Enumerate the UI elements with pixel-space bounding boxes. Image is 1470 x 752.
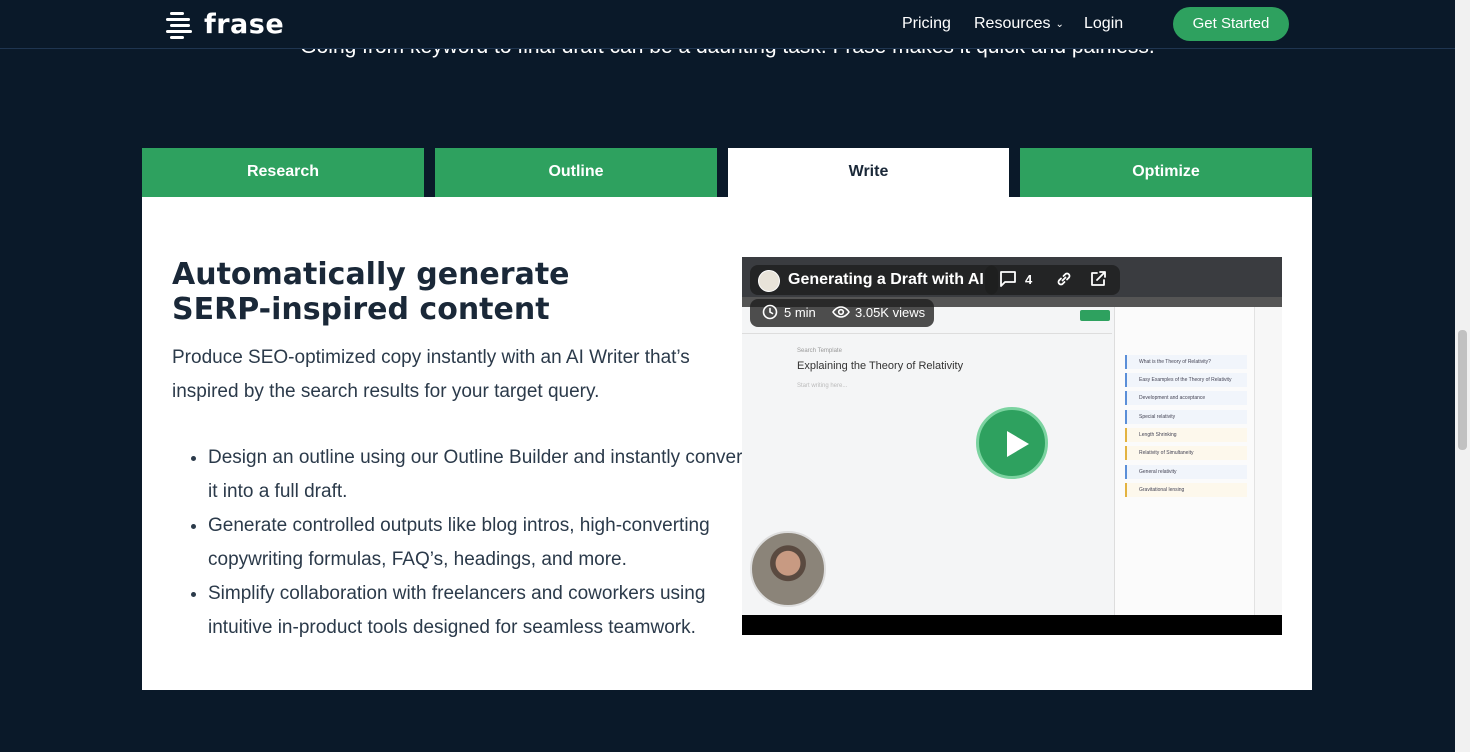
link-icon[interactable] [1055,265,1073,295]
brand-logo[interactable]: frase [166,9,284,40]
outline-item: Gravitational lensing [1125,483,1247,497]
nav-link-resources[interactable]: Resources ⌄ [974,15,1064,33]
eye-icon [832,299,850,327]
chevron-down-icon: ⌄ [1055,19,1064,30]
panel-heading: Automatically generate SERP-inspired con… [172,257,570,327]
outline-item: What is the Theory of Relativity? [1125,355,1247,369]
nav-link-login[interactable]: Login [1084,15,1123,33]
video-actions: 4 [985,265,1120,295]
doc-label: Search Template [797,348,842,354]
frase-logo-icon [166,10,198,40]
get-started-button[interactable]: Get Started [1173,7,1289,41]
nav-link-resources-label: Resources [974,15,1051,32]
share-badge [1080,310,1110,321]
play-button[interactable] [976,407,1048,479]
presenter-facecam [750,531,826,607]
video-meta: 5 min 3.05K views [750,299,934,327]
video-title-bar[interactable]: Generating a Draft with AI [750,265,998,295]
comment-icon[interactable] [999,265,1017,295]
clock-icon [762,299,778,327]
tab-panel-write: Automatically generate SERP-inspired con… [142,197,1312,690]
tab-research[interactable]: Research [142,148,424,198]
outline-item: Relativity of Simultaneity [1125,446,1247,460]
tab-optimize[interactable]: Optimize [1020,148,1312,198]
nav-link-pricing[interactable]: Pricing [902,15,951,33]
external-link-icon[interactable] [1089,265,1107,295]
list-item: Generate controlled outputs like blog in… [208,509,748,577]
video-title: Generating a Draft with AI [788,271,984,288]
scrollbar-thumb[interactable] [1458,330,1467,450]
video-player[interactable]: Search Template Explaining the Theory of… [742,257,1282,635]
page-scrollbar[interactable] [1455,0,1470,752]
comment-count: 4 [1025,272,1033,287]
brand-name: frase [204,9,285,40]
panel-intro: Produce SEO-optimized copy instantly wit… [172,347,690,402]
author-avatar [758,270,780,292]
outline-panel: What is the Theory of Relativity? Easy E… [1114,307,1255,615]
list-item: Simplify collaboration with freelancers … [208,577,748,645]
outline-item: Development and acceptance [1125,391,1247,405]
tab-outline[interactable]: Outline [435,148,717,198]
list-item: Design an outline using our Outline Buil… [208,441,748,509]
view-count: 3.05K views [855,305,926,320]
doc-placeholder: Start writing here... [797,383,848,389]
feature-list: Design an outline using our Outline Buil… [172,441,748,645]
tab-write[interactable]: Write [728,148,1009,198]
outline-item: Length Shrinking [1125,428,1247,442]
app-right-toolbar [1254,307,1282,615]
outline-item: Easy Examples of the Theory of Relativit… [1125,373,1247,387]
doc-title: Explaining the Theory of Relativity [797,360,964,372]
top-nav: frase Pricing Resources ⌄ Login Get Start… [0,0,1455,49]
video-duration: 5 min [784,305,816,320]
outline-item: Special relativity [1125,410,1247,424]
outline-item: General relativity [1125,465,1247,479]
